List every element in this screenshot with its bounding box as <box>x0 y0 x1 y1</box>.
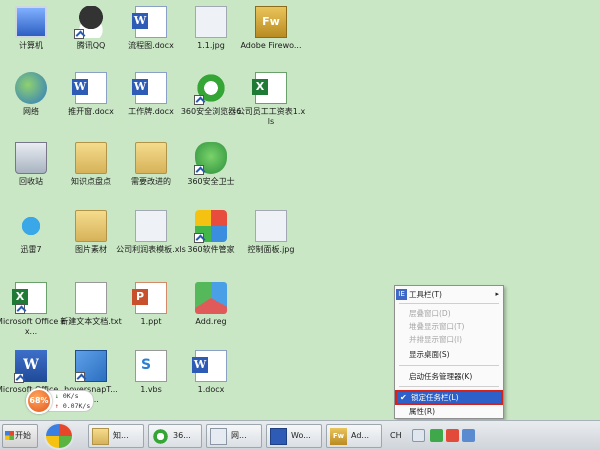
word-app-icon: W <box>14 350 47 383</box>
network-speed-widget[interactable]: ↓ 0K/s ↑ 0.07K/s 68% <box>26 388 96 414</box>
fireworks-icon: Fw <box>255 6 287 38</box>
menu-item-toolbars[interactable]: IE 工具栏(T) ▸ <box>395 288 503 301</box>
menu-item-properties[interactable]: 属性(R) <box>395 405 503 418</box>
desktop-icon-salary-xls[interactable]: 公司员工工资表1.xls <box>236 72 306 127</box>
network-icon <box>15 72 47 104</box>
fireworks-icon: Fw <box>330 428 347 445</box>
registry-file-icon <box>195 282 227 314</box>
image-viewer-icon <box>210 428 227 445</box>
taskbar-button-360-browser[interactable]: 36... <box>148 424 202 448</box>
keyboard-icon[interactable] <box>412 429 425 442</box>
360-security-icon <box>194 142 227 175</box>
taskbar-button-word[interactable]: Wo... <box>266 424 322 448</box>
text-file-icon <box>75 282 107 314</box>
icon-label: 360安全卫士 <box>187 177 235 186</box>
security-shield-icon[interactable] <box>430 429 443 442</box>
recycle-bin-icon <box>15 142 47 174</box>
menu-item-stacked: 堆叠显示窗口(T) <box>409 322 465 331</box>
excel-template-icon <box>135 210 167 242</box>
start-label: 开始 <box>15 431 31 440</box>
menu-item-label: 工具栏(T) <box>409 290 442 299</box>
folder-icon <box>92 428 109 445</box>
icon-label: 公司员工工资表1.xls <box>236 107 306 126</box>
menu-separator <box>399 303 499 304</box>
system-tray: CH <box>386 424 598 448</box>
taskbar-context-menu: IE 工具栏(T) ▸ 层叠窗口(D) 堆叠显示窗口(T) 并排显示窗口(I) … <box>394 285 504 419</box>
desktop: 计算机 腾讯QQ 流程图.docx 1.1.jpg Fw Adobe Firew… <box>0 0 600 420</box>
start-button[interactable]: 开始 <box>2 424 38 448</box>
menu-item-side-by-side: 并排显示窗口(I) <box>409 335 463 344</box>
360-browser-icon <box>194 72 227 105</box>
image-file-icon <box>255 210 287 242</box>
toolbar-icon: IE <box>396 289 407 300</box>
taskbar-button-label: 36... <box>173 431 191 440</box>
desktop-icon-fireworks[interactable]: Fw Adobe Firewo... <box>236 6 306 51</box>
hoversnap-icon <box>75 350 107 382</box>
excel-file-icon <box>252 72 287 104</box>
menu-item-label: 锁定任务栏(L) <box>411 393 459 402</box>
image-file-icon <box>195 6 227 38</box>
desktop-icon-control-panel-jpg[interactable]: 控制面板.jpg <box>236 210 306 255</box>
upload-speed: 0.07K/s <box>62 402 91 410</box>
menu-item-cascade: 层叠窗口(D) <box>409 309 451 318</box>
icon-label: Add.reg <box>195 317 227 326</box>
taskbar-button-label: 知... <box>113 431 129 440</box>
taskbar-button-label: Wo... <box>291 431 311 440</box>
taskbar[interactable]: 开始 知... 36... 网... Wo... Fw Ad... CH <box>0 420 600 450</box>
icon-label: Adobe Firewo... <box>240 41 302 50</box>
xunlei-icon <box>15 210 47 242</box>
taskbar-button-folder[interactable]: 知... <box>88 424 144 448</box>
network-tray-icon[interactable] <box>446 429 459 442</box>
menu-item-task-manager[interactable]: 启动任务管理器(K) <box>395 370 503 383</box>
folder-icon <box>75 210 107 242</box>
360-software-icon <box>194 210 227 243</box>
menu-separator <box>399 386 499 387</box>
word-icon <box>270 428 287 445</box>
download-speed: 0K/s <box>62 392 79 400</box>
taskbar-button-label: Ad... <box>351 431 370 440</box>
speed-rates: ↓ 0K/s ↑ 0.07K/s <box>48 390 94 412</box>
menu-separator <box>399 365 499 366</box>
download-arrow-icon: ↓ <box>55 392 59 400</box>
taskbar-button-fireworks[interactable]: Fw Ad... <box>326 424 382 448</box>
taskbar-button-image-viewer[interactable]: 网... <box>206 424 262 448</box>
windows-flag-icon <box>5 431 14 440</box>
folder-icon <box>75 142 107 174</box>
icon-label: 控制面板.jpg <box>247 245 295 254</box>
word-doc-icon <box>72 72 107 104</box>
taskbar-button-label: 网... <box>231 431 247 440</box>
desktop-icon-add-reg[interactable]: Add.reg <box>176 282 246 327</box>
speed-ball[interactable]: 68% <box>26 388 52 414</box>
qq-icon <box>74 6 107 39</box>
360-browser-icon <box>152 428 169 445</box>
word-doc-icon <box>132 72 167 104</box>
menu-item-show-desktop[interactable]: 显示桌面(S) <box>395 348 503 361</box>
desktop-icon-1-docx[interactable]: 1.docx <box>176 350 246 395</box>
desktop-icon-360-security[interactable]: 360安全卫士 <box>176 142 246 187</box>
language-indicator[interactable]: CH <box>390 424 402 448</box>
volume-icon[interactable] <box>462 429 475 442</box>
upload-arrow-icon: ↑ <box>55 402 59 410</box>
submenu-arrow-icon: ▸ <box>495 290 499 298</box>
menu-item-lock-taskbar[interactable]: ✔ 锁定任务栏(L) <box>395 390 503 405</box>
computer-icon <box>15 6 47 38</box>
ppt-file-icon <box>132 282 167 314</box>
vbs-file-icon <box>135 350 167 382</box>
folder-icon <box>135 142 167 174</box>
excel-app-icon <box>12 282 47 314</box>
word-doc-icon <box>132 6 167 38</box>
check-icon: ✔ <box>400 393 407 402</box>
windows-orb-icon[interactable] <box>44 422 74 450</box>
icon-label: 1.docx <box>197 385 225 394</box>
word-doc-icon <box>192 350 227 382</box>
